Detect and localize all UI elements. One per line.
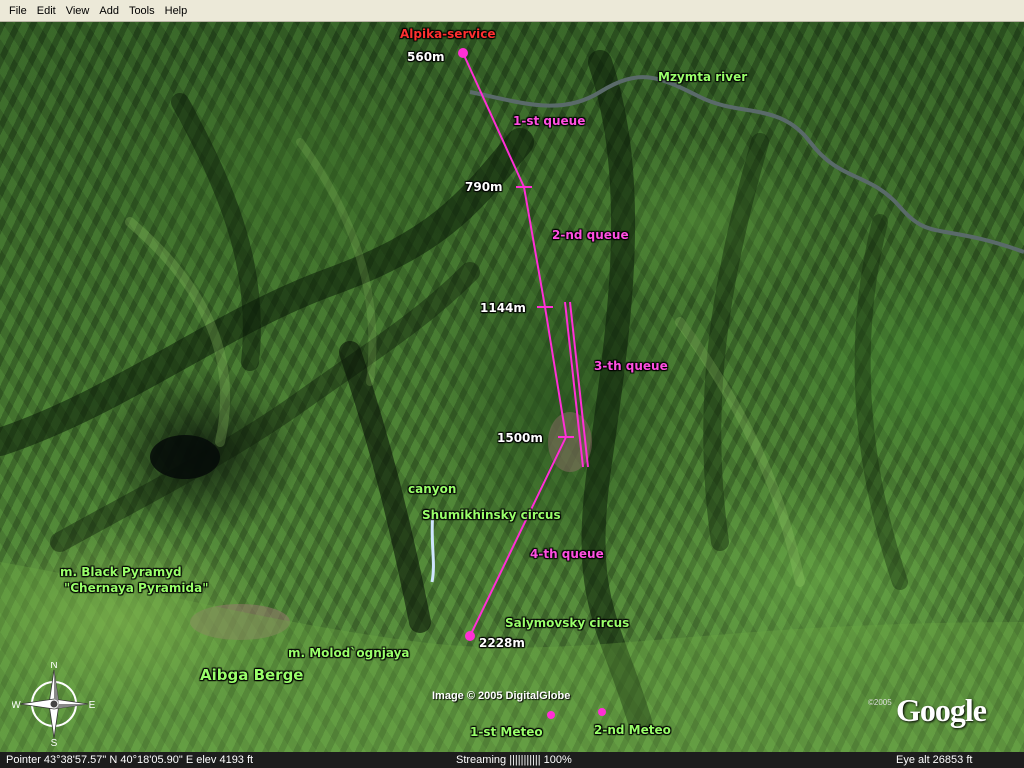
imagery-copyright: Image © 2005 DigitalGlobe [432, 690, 571, 702]
label-meteo-1: 1-st Meteo [470, 725, 543, 739]
label-queue-1: 1-st queue [513, 114, 586, 128]
meteo-2-marker [598, 708, 606, 716]
meteo-1-marker [547, 711, 555, 719]
label-queue-2: 2-nd queue [552, 228, 629, 242]
compass-s: S [51, 738, 58, 746]
label-altitude-790: 790m [465, 180, 503, 194]
status-pointer: Pointer 43°38'57.57" N 40°18'05.90" E el… [6, 754, 254, 766]
label-queue-3: 3-th queue [594, 359, 668, 373]
menu-tools[interactable]: Tools [124, 3, 160, 19]
label-altitude-1144: 1144m [480, 301, 526, 315]
label-queue-4: 4-th queue [530, 547, 604, 561]
menu-help[interactable]: Help [160, 3, 193, 19]
compass-w: W [12, 700, 21, 711]
compass-rose-icon[interactable]: N S E W [11, 660, 96, 749]
route-queue-4 [469, 436, 567, 637]
label-salymovsky-circus: Salymovsky circus [505, 616, 630, 630]
google-logo: Google [896, 692, 987, 728]
menu-add[interactable]: Add [94, 3, 124, 19]
status-bar: Pointer 43°38'57.57" N 40°18'05.90" E el… [0, 752, 1024, 768]
route-queue-2 [523, 186, 546, 308]
compass-n: N [50, 662, 57, 671]
label-canyon: canyon [408, 482, 457, 496]
menu-view[interactable]: View [61, 3, 95, 19]
menu-edit[interactable]: Edit [32, 3, 61, 19]
status-streaming: Streaming ||||||||||| 100% [456, 754, 572, 766]
menu-bar: File Edit View Add Tools Help [0, 0, 1024, 22]
google-copyright-year: ©2005 [868, 698, 892, 707]
label-shumikhinsky-circus: Shumikhinsky circus [422, 508, 561, 522]
label-molodognaya: m. Molod`ognjaya [288, 646, 410, 660]
label-mzymta-river: Mzymta river [658, 70, 748, 84]
station-alpika [458, 48, 468, 58]
label-altitude-2228: 2228m [479, 636, 525, 650]
map-viewport[interactable]: Alpika-service 560m Mzymta river 1-st qu… [0, 22, 1024, 752]
station-2228 [465, 631, 475, 641]
menu-file[interactable]: File [4, 3, 32, 19]
label-altitude-560: 560m [407, 50, 445, 64]
label-meteo-2: 2-nd Meteo [594, 723, 671, 737]
compass-e: E [89, 700, 96, 711]
label-altitude-1500: 1500m [497, 431, 543, 445]
label-alpika-service: Alpika-service [400, 27, 496, 41]
label-black-pyramid: m. Black Pyramyd [60, 565, 182, 579]
label-chernaya-pyramida: "Chernaya Pyramida" [64, 581, 209, 595]
status-eye-alt: Eye alt 26853 ft [896, 754, 973, 766]
label-aibga-berge: Aibga Berge [200, 666, 304, 684]
route-queue-3 [544, 306, 567, 438]
